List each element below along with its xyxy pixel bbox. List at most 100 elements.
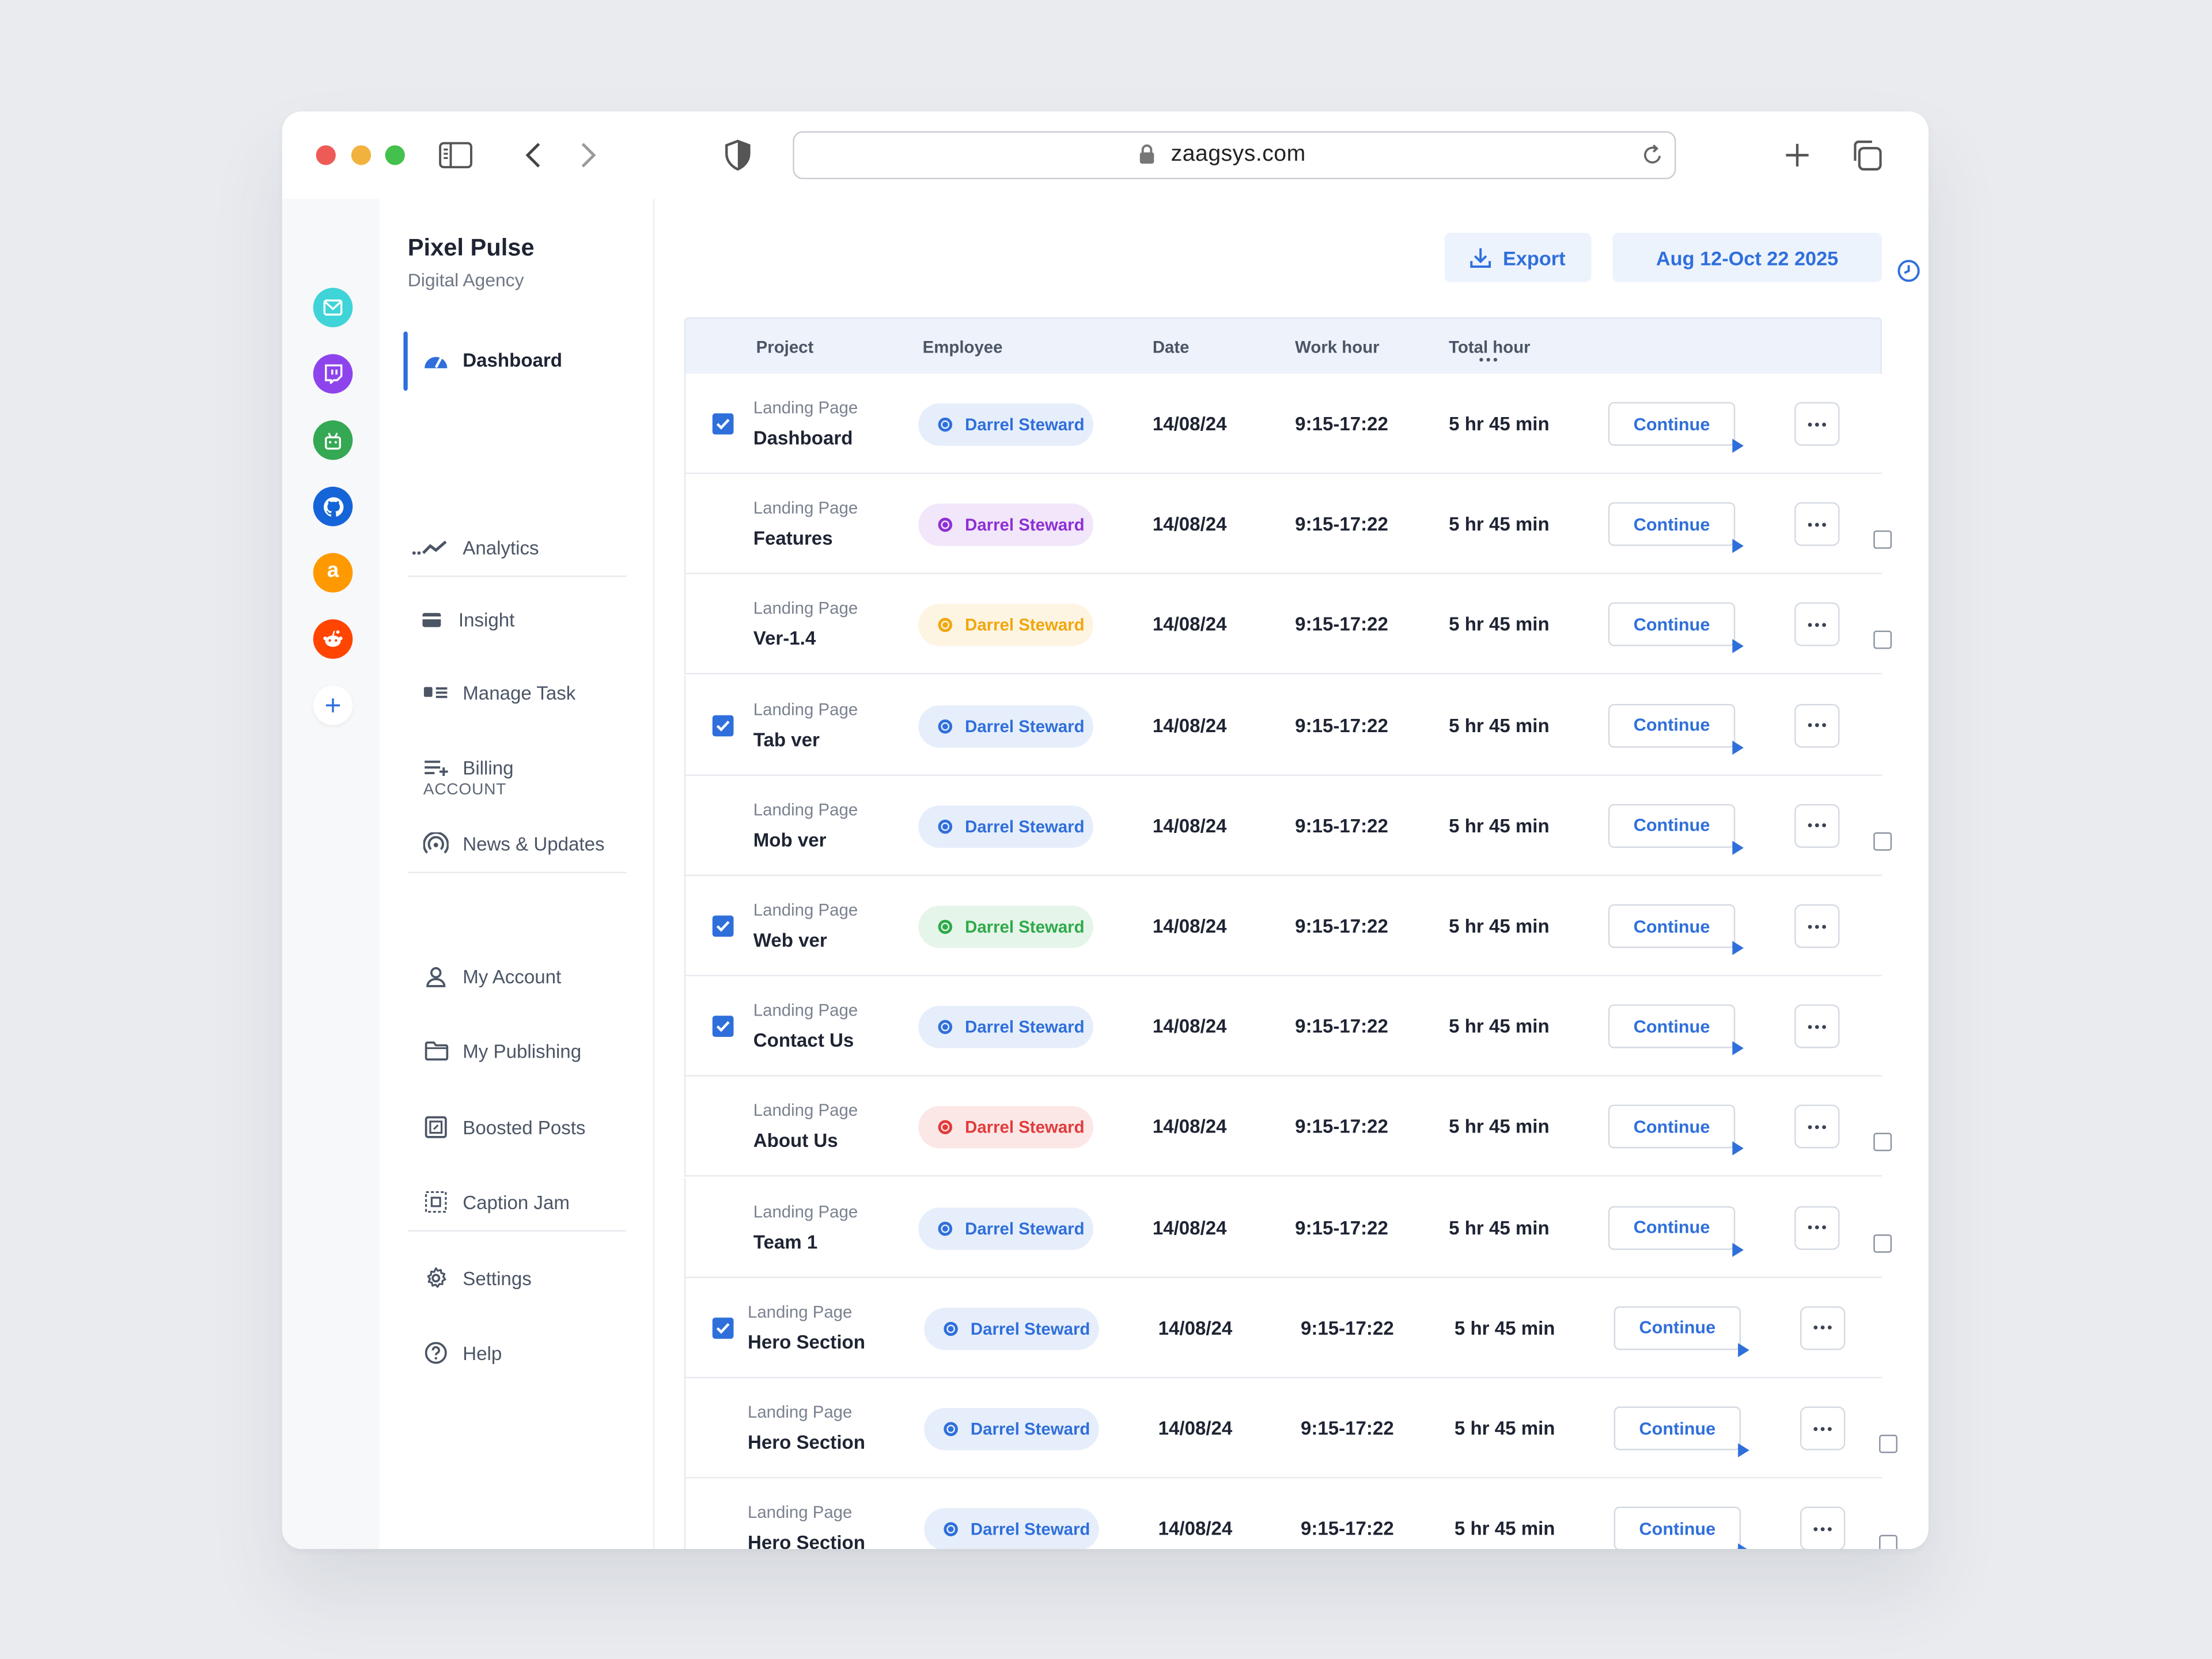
sidebar-toggle-icon[interactable] [439, 141, 473, 169]
nav-item-manage-task[interactable]: Manage Task [423, 677, 575, 709]
row-checkbox[interactable] [1873, 1233, 1892, 1252]
project-title: Hero Section [747, 1331, 865, 1353]
header-total-hour[interactable]: Total hour [1449, 337, 1531, 357]
employee-badge[interactable]: Darrel Steward [924, 1508, 1099, 1550]
nav-item-analytics[interactable]: Analytics [412, 532, 539, 563]
amazon-icon[interactable]: a [313, 553, 353, 593]
employee-badge[interactable]: Darrel Steward [924, 1307, 1099, 1350]
more-options-button[interactable] [1794, 502, 1840, 547]
continue-button[interactable]: Continue [1608, 1105, 1744, 1156]
row-checkbox[interactable] [1873, 531, 1892, 550]
row-checkbox[interactable] [712, 413, 734, 435]
row-checkbox[interactable] [1879, 1434, 1897, 1453]
continue-button[interactable]: Continue [1613, 1306, 1749, 1357]
table-row[interactable]: Landing Page Tab ver Darrel Steward 14/08/2… [684, 675, 1882, 775]
header-employee[interactable]: Employee [923, 337, 1003, 357]
row-checkbox[interactable] [712, 1317, 734, 1339]
android-icon[interactable] [313, 420, 353, 460]
nav-item-help[interactable]: Help [423, 1338, 502, 1369]
more-options-button[interactable] [1800, 1506, 1846, 1550]
nav-item-dashboard[interactable]: Dashboard [423, 344, 562, 376]
reload-icon[interactable] [1642, 144, 1664, 166]
table-row[interactable]: Landing Page Hero Section Darrel Steward 14… [684, 1378, 1897, 1479]
row-checkbox[interactable] [1879, 1535, 1897, 1550]
nav-item-insight[interactable]: Insight [419, 604, 514, 635]
date-range-button[interactable]: Aug 12-Oct 22 2025 [1612, 233, 1882, 282]
table-row[interactable]: Landing Page Features Darrel Steward 14/08/… [684, 474, 1892, 575]
row-checkbox[interactable] [1873, 631, 1892, 650]
more-options-button[interactable] [1794, 1105, 1840, 1149]
shield-icon[interactable] [724, 139, 752, 171]
employee-badge[interactable]: Darrel Steward [918, 1006, 1093, 1049]
row-checkbox[interactable] [712, 714, 734, 736]
nav-item-my-account[interactable]: My Account [423, 961, 561, 992]
nav-item-settings[interactable]: Settings [423, 1263, 532, 1294]
more-options-button[interactable] [1794, 904, 1840, 948]
employee-badge[interactable]: Darrel Steward [918, 805, 1093, 848]
continue-button[interactable]: Continue [1613, 1406, 1749, 1457]
nav-item-billing[interactable]: Billing [423, 752, 514, 783]
nav-item-my-publishing[interactable]: My Publishing [423, 1036, 581, 1067]
nav-item-boosted-posts[interactable]: Boosted Posts [423, 1112, 585, 1143]
header-work-hour[interactable]: Work hour [1295, 337, 1379, 357]
more-options-button[interactable] [1800, 1306, 1846, 1350]
employee-badge[interactable]: Darrel Steward [918, 1207, 1093, 1249]
more-options-button[interactable] [1794, 1005, 1840, 1049]
table-row[interactable]: Landing Page Web ver Darrel Steward 14/08/2… [684, 876, 1882, 976]
new-tab-icon[interactable] [1783, 141, 1812, 169]
employee-badge[interactable]: Darrel Steward [918, 1106, 1093, 1149]
twitch-icon[interactable] [313, 354, 353, 394]
more-options-button[interactable] [1794, 1205, 1840, 1249]
table-row[interactable]: Landing Page Hero Section Darrel Steward 14… [684, 1479, 1897, 1550]
tab-overview-icon[interactable] [1850, 138, 1884, 172]
export-button[interactable]: Export [1444, 233, 1592, 282]
minimize-window-button[interactable] [351, 145, 372, 165]
maximize-window-button[interactable] [385, 145, 405, 165]
continue-button[interactable]: Continue [1608, 603, 1744, 654]
more-options-button[interactable] [1800, 1406, 1846, 1450]
table-row[interactable]: Landing Page Mob ver Darrel Steward 14/08/2… [684, 775, 1892, 876]
github-icon[interactable] [313, 486, 353, 527]
address-bar[interactable]: zaagsys.com [793, 131, 1676, 180]
more-options-button[interactable] [1794, 804, 1840, 848]
continue-button[interactable]: Continue [1608, 804, 1744, 855]
table-row[interactable]: Landing Page About Us Darrel Steward 14/08/… [684, 1077, 1892, 1177]
row-checkbox[interactable] [1873, 832, 1892, 851]
employee-badge[interactable]: Darrel Steward [924, 1408, 1099, 1450]
more-options-button[interactable] [1794, 603, 1840, 647]
continue-button[interactable]: Continue [1608, 703, 1744, 755]
history-clock-icon[interactable] [1896, 258, 1921, 283]
employee-badge[interactable]: Darrel Steward [918, 906, 1093, 948]
row-checkbox[interactable] [1873, 1133, 1892, 1152]
continue-button[interactable]: Continue [1613, 1506, 1749, 1550]
continue-button[interactable]: Continue [1608, 1205, 1744, 1257]
employee-badge[interactable]: Darrel Steward [918, 604, 1093, 647]
row-checkbox[interactable] [712, 915, 734, 937]
table-row[interactable]: Landing Page Team 1 Darrel Steward 14/08/24… [684, 1177, 1892, 1278]
forward-arrow-icon[interactable] [578, 141, 598, 169]
column-menu-icon[interactable] [1479, 357, 1498, 363]
more-options-button[interactable] [1794, 703, 1840, 747]
nav-item-caption-jam[interactable]: Caption Jam [423, 1187, 570, 1218]
reddit-icon[interactable] [313, 619, 353, 659]
mail-app-icon[interactable] [313, 287, 353, 328]
table-row[interactable]: Landing Page Hero Section Darrel Steward 14… [684, 1278, 1882, 1378]
header-date[interactable]: Date [1153, 337, 1190, 357]
continue-button[interactable]: Continue [1608, 502, 1744, 554]
close-window-button[interactable] [316, 145, 336, 165]
row-checkbox[interactable] [712, 1016, 734, 1037]
add-app-button[interactable] [313, 685, 353, 725]
back-arrow-icon[interactable] [524, 141, 543, 169]
nav-item-news-updates[interactable]: News & Updates [423, 828, 605, 859]
continue-button[interactable]: Continue [1608, 904, 1744, 955]
employee-badge[interactable]: Darrel Steward [918, 403, 1093, 446]
table-row[interactable]: Landing Page Ver-1.4 Darrel Steward 14/08/2… [684, 574, 1892, 675]
continue-button[interactable]: Continue [1608, 402, 1744, 453]
table-row[interactable]: Landing Page Dashboard Darrel Steward 14/08… [684, 373, 1882, 474]
employee-badge[interactable]: Darrel Steward [918, 704, 1093, 747]
header-project[interactable]: Project [756, 337, 814, 357]
employee-badge[interactable]: Darrel Steward [918, 503, 1093, 547]
continue-button[interactable]: Continue [1608, 1005, 1744, 1056]
more-options-button[interactable] [1794, 402, 1840, 446]
table-row[interactable]: Landing Page Contact Us Darrel Steward 14/0… [684, 976, 1882, 1077]
